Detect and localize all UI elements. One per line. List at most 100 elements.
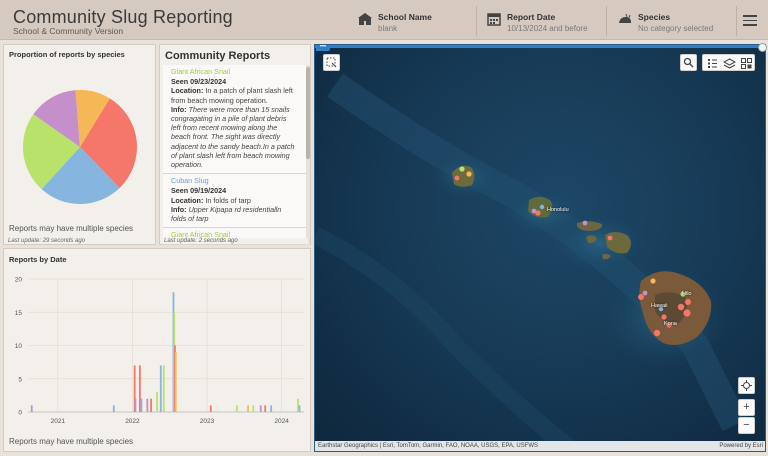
locate-icon[interactable] — [738, 377, 755, 394]
school-name-value: blank — [378, 24, 398, 33]
pie-note: Reports may have multiple species — [9, 224, 134, 233]
place-label-hawaii: Hawaii — [651, 303, 668, 309]
pie-last-update: Last update: 29 seconds ago — [8, 238, 86, 244]
report-marker[interactable] — [685, 299, 691, 305]
school-icon — [358, 13, 372, 25]
report-location-label: Location: — [171, 86, 204, 96]
bar[interactable] — [30, 405, 33, 412]
report-location-label: Location: — [171, 195, 204, 205]
y-tick-label: 15 — [15, 310, 23, 317]
island-shelf — [552, 213, 648, 273]
report-marker[interactable] — [454, 175, 460, 181]
attribution-text: Earthstar Geographics | Esri, TomTom, Ga… — [318, 443, 539, 449]
report-info-label: Info: — [171, 104, 187, 114]
bar[interactable] — [270, 405, 273, 412]
report-info-label: Info: — [171, 204, 187, 214]
select-tool-icon[interactable] — [323, 54, 340, 71]
bar[interactable] — [298, 405, 301, 412]
report-date-filter[interactable]: Report Date 10/13/2024 and before — [487, 8, 597, 34]
zoom-in-button[interactable]: + — [738, 399, 755, 416]
school-name-filter[interactable]: School Name blank — [358, 8, 468, 34]
zoom-out-button[interactable]: − — [738, 417, 755, 434]
report-marker[interactable] — [642, 290, 648, 296]
report-date-value: 10/13/2024 and before — [507, 24, 588, 33]
x-tick-label: 2022 — [125, 418, 140, 425]
more-options-icon[interactable]: ••• — [316, 45, 330, 51]
pie-panel-title: Proportion of reports by species — [9, 50, 125, 59]
seafloor-ridge — [326, 73, 748, 432]
bar[interactable] — [150, 398, 152, 412]
scrollbar-thumb[interactable] — [306, 67, 310, 159]
bar[interactable] — [247, 405, 249, 412]
reports-last-update: Last update: 2 seconds ago — [164, 238, 308, 244]
report-marker[interactable] — [650, 278, 656, 284]
header-divider — [736, 6, 737, 36]
bar[interactable] — [140, 398, 143, 412]
header-divider — [606, 6, 607, 36]
header-divider — [476, 6, 477, 36]
y-tick-label: 5 — [18, 376, 22, 383]
bar[interactable] — [235, 405, 238, 412]
report-marker[interactable] — [661, 314, 667, 320]
reports-by-date-panel: Reports by Date 0 5 10 15 20 2021 2022 2023 2024… — [3, 248, 311, 452]
place-label-kona: Kona — [664, 321, 677, 327]
report-marker[interactable] — [607, 235, 613, 241]
report-marker[interactable] — [466, 171, 472, 177]
bar[interactable] — [252, 405, 255, 412]
reports-title: Community Reports — [165, 50, 271, 62]
report-marker[interactable] — [638, 294, 644, 300]
basemap-gallery-icon[interactable] — [740, 57, 753, 70]
map-focus-bar — [315, 45, 765, 48]
list-item[interactable]: Giant African Snail Seen 09/23/2024 Loca… — [163, 65, 306, 175]
map-widget-toolbar — [702, 54, 755, 71]
bar[interactable] — [162, 365, 165, 412]
report-marker[interactable] — [459, 166, 465, 172]
species-pie-chart — [23, 90, 137, 204]
bar[interactable] — [209, 405, 212, 412]
layers-icon[interactable] — [722, 57, 737, 70]
report-list[interactable]: Giant African Snail Seen 09/23/2024 Loca… — [163, 65, 306, 257]
y-tick-label: 20 — [15, 277, 23, 284]
search-icon[interactable] — [680, 54, 697, 71]
report-info: There were more than 15 snails congragat… — [171, 104, 295, 170]
seafloor-ridge — [315, 226, 581, 451]
powered-by-esri[interactable]: Powered by Esri — [719, 441, 763, 451]
report-marker[interactable] — [535, 210, 541, 216]
species-proportion-panel: Proportion of reports by species Reports… — [3, 44, 156, 245]
bar[interactable] — [156, 392, 158, 412]
x-tick-label: 2023 — [200, 418, 215, 425]
x-tick-label: 2021 — [51, 418, 66, 425]
list-item[interactable]: Cuban Slug Seen 09/19/2024 Location: In … — [163, 174, 306, 229]
bar[interactable] — [112, 405, 115, 412]
bar[interactable] — [146, 398, 149, 412]
report-seen-date: Seen 09/23/2024 — [171, 77, 227, 87]
date-note: Reports may have multiple species — [9, 437, 134, 446]
report-marker[interactable] — [582, 220, 588, 226]
date-panel-title: Reports by Date — [9, 255, 67, 264]
hamburger-menu-icon[interactable] — [742, 12, 758, 28]
report-marker[interactable] — [677, 303, 685, 311]
report-marker[interactable] — [653, 329, 661, 337]
reports-scrollbar[interactable] — [306, 65, 310, 257]
place-label-hilo: Hilo — [682, 291, 692, 297]
map-view[interactable]: ••• Honolulu Hilo Hawaii Kona + − Earths… — [314, 44, 766, 452]
place-label-honolulu: Honolulu — [547, 207, 569, 213]
report-marker[interactable] — [683, 309, 691, 317]
bar[interactable] — [159, 365, 162, 412]
app-header: Community Slug Reporting School & Commun… — [0, 0, 768, 40]
report-marker[interactable] — [539, 204, 545, 210]
report-seen-date: Seen 09/19/2024 — [171, 186, 227, 196]
y-tick-label: 0 — [18, 410, 22, 417]
app-subtitle: School & Community Version — [13, 26, 124, 36]
report-species: Cuban Slug — [171, 176, 209, 186]
report-species: Giant African Snail — [171, 67, 231, 76]
bar[interactable] — [264, 405, 267, 412]
bar[interactable] — [259, 405, 262, 412]
species-filter[interactable]: Species No category selected — [618, 8, 736, 34]
expand-handle-icon[interactable] — [758, 43, 767, 52]
bar[interactable] — [174, 352, 177, 412]
legend-icon[interactable] — [706, 57, 719, 70]
species-label: Species — [638, 12, 671, 22]
bar[interactable] — [134, 398, 137, 412]
community-reports-panel: Community Reports Giant African Snail Se… — [159, 44, 311, 257]
